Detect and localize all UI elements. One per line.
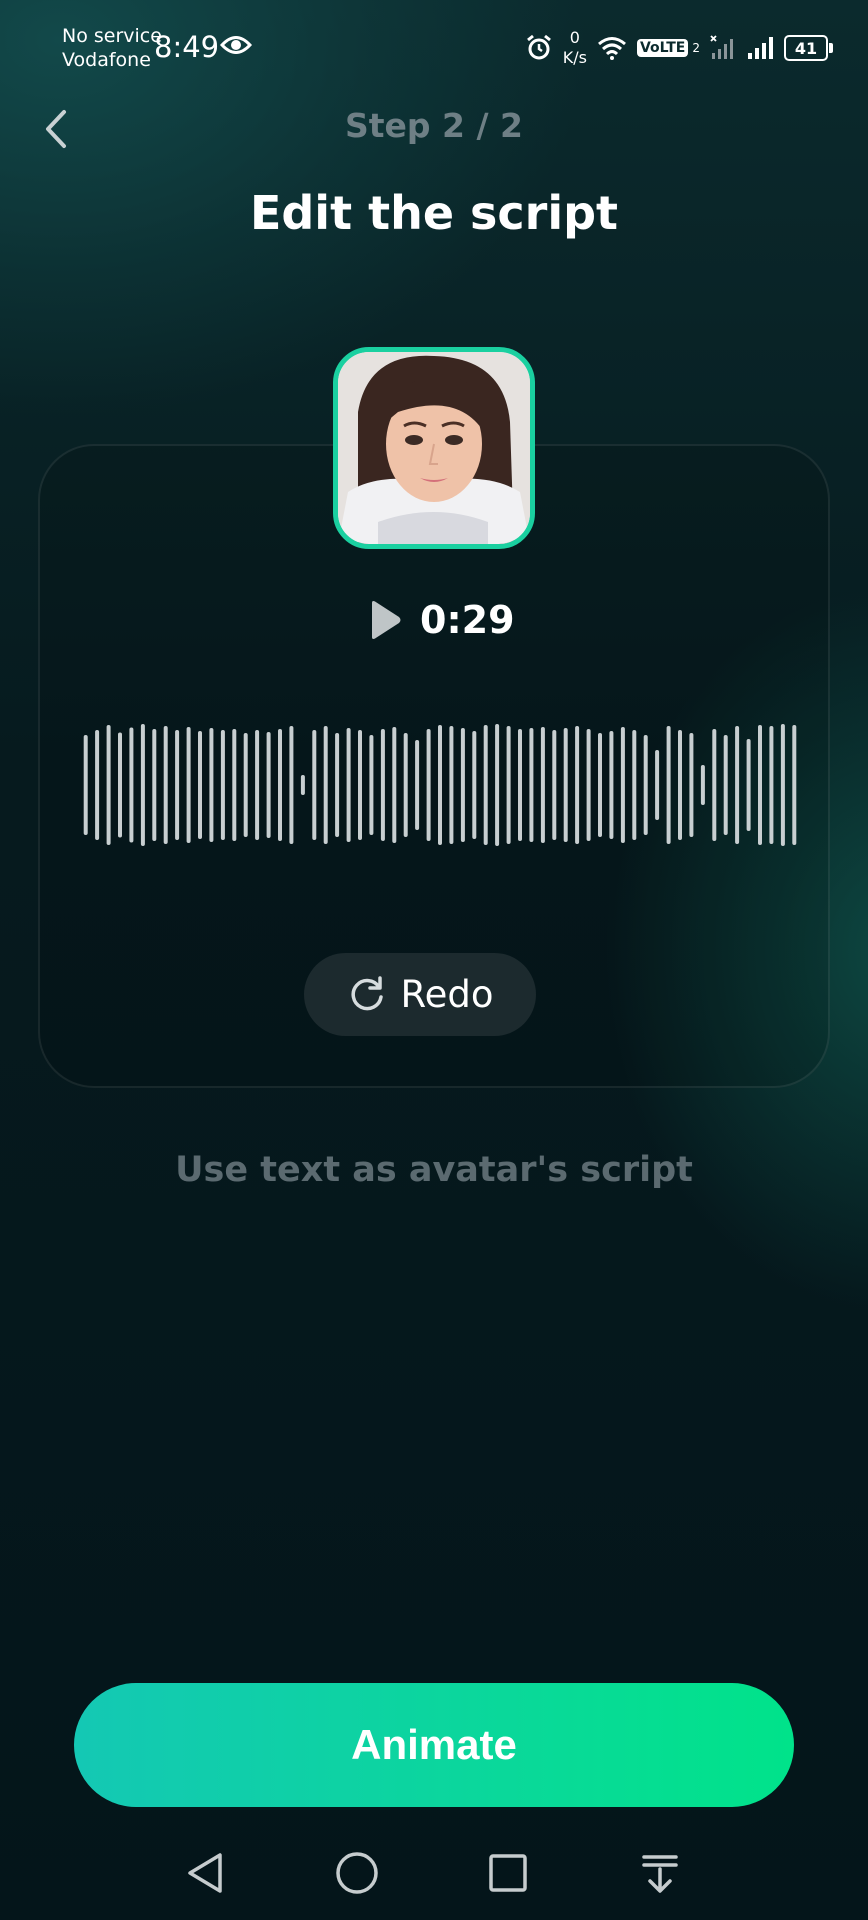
audio-waveform[interactable] (80, 720, 800, 850)
waveform-bar (460, 728, 465, 842)
nav-back-icon[interactable] (178, 1845, 238, 1901)
status-carrier: No service Vodafone (62, 25, 162, 71)
waveform-bar (758, 725, 762, 845)
waveform-bar (163, 726, 168, 844)
waveform-bar (792, 725, 797, 845)
waveform-bar (152, 729, 157, 841)
battery-indicator: 41 (784, 35, 833, 61)
nav-recents-icon[interactable] (478, 1845, 538, 1901)
waveform-bar (220, 730, 225, 840)
waveform-bar (358, 730, 362, 840)
waveform-bar (140, 724, 145, 846)
sim-index: 2 (692, 41, 700, 55)
waveform-bar (312, 730, 317, 840)
waveform-bar (780, 724, 785, 846)
nav-menu-icon[interactable] (630, 1845, 690, 1901)
status-time: 8:49 (154, 30, 220, 64)
waveform-bar (632, 730, 637, 840)
waveform-bar (586, 729, 591, 841)
play-icon[interactable] (368, 600, 402, 640)
waveform-bar (678, 730, 682, 840)
waveform-bar (620, 727, 625, 843)
waveform-bar (243, 733, 248, 837)
redo-label: Redo (400, 973, 494, 1016)
waveform-bar (540, 727, 545, 843)
waveform-bar (380, 729, 385, 841)
waveform-bar (609, 731, 614, 839)
net-speed: 0 K/s (562, 28, 587, 67)
waveform-bar (689, 733, 694, 837)
waveform-bar (255, 730, 260, 840)
waveform-bar (323, 726, 328, 844)
waveform-bar (118, 732, 122, 838)
waveform-bar (129, 727, 134, 843)
waveform-bar (518, 729, 522, 841)
waveform-bar (278, 729, 282, 841)
waveform-bar (392, 727, 397, 843)
waveform-bar (746, 739, 751, 831)
step-indicator: Step 2 / 2 (345, 106, 523, 145)
waveform-bar (209, 728, 214, 842)
waveform-bar (335, 733, 340, 837)
waveform-bar (300, 775, 305, 795)
waveform-bar (598, 733, 602, 837)
waveform-bar (712, 729, 717, 841)
waveform-bar (563, 728, 568, 842)
waveform-bar (735, 726, 740, 844)
waveform-bar (506, 726, 511, 844)
waveform-bar (83, 735, 88, 835)
waveform-bar (655, 750, 660, 820)
waveform-bar (186, 727, 191, 843)
redo-icon (351, 975, 383, 1010)
waveform-bar (769, 726, 774, 844)
waveform-bar (426, 729, 431, 841)
page-title: Edit the script (249, 186, 619, 240)
use-text-link[interactable]: Use text as avatar's script (0, 1150, 868, 1190)
waveform-bar (529, 728, 534, 842)
avatar-portrait (338, 352, 530, 544)
volte-badge: VoLTE (636, 39, 689, 57)
waveform-bar (552, 730, 557, 840)
waveform-bar (175, 730, 180, 840)
waveform-bar (266, 732, 271, 838)
nav-home-icon[interactable] (327, 1845, 387, 1901)
waveform-bar (438, 725, 442, 845)
waveform-bar (666, 726, 671, 844)
waveform-bar (415, 740, 420, 830)
waveform-bar (95, 730, 100, 840)
alarm-icon (526, 34, 551, 60)
waveform-bar (643, 735, 648, 835)
waveform-bar (449, 726, 454, 844)
waveform-bar (289, 726, 294, 844)
waveform-bar (346, 728, 351, 842)
waveform-bar (369, 735, 374, 835)
animate-button[interactable]: Animate (74, 1683, 794, 1807)
eye-icon (220, 36, 252, 54)
waveform-bar (700, 765, 705, 805)
wifi-icon (597, 37, 626, 60)
waveform-bar (232, 729, 237, 841)
audio-duration: 0:29 (420, 598, 515, 642)
waveform-bar (495, 724, 500, 846)
signal-sim1-icon (748, 37, 773, 59)
waveform-bar (575, 726, 580, 844)
waveform-bar (483, 725, 488, 845)
waveform-bar (723, 735, 728, 835)
redo-button[interactable]: Redo (304, 953, 536, 1036)
signal-sim2-icon (710, 35, 733, 59)
waveform-bar (472, 731, 477, 839)
status-icons: 0 K/s VoLTE 2 41 (525, 24, 833, 72)
waveform-bar (403, 733, 408, 837)
avatar (333, 347, 535, 549)
waveform-bar (198, 731, 202, 839)
waveform-bar (106, 725, 111, 845)
